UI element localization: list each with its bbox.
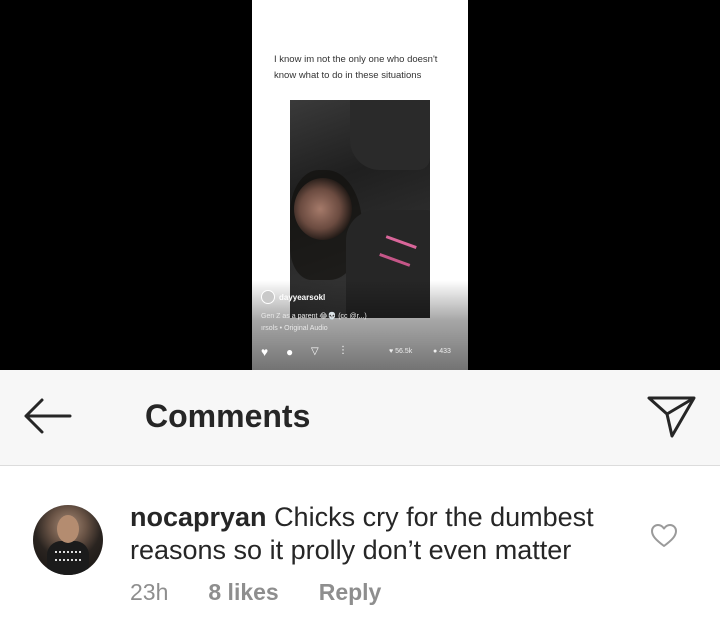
comments-header: Comments: [0, 370, 720, 466]
post-media: I know im not the only one who doesn't k…: [0, 0, 720, 370]
poster-avatar: [261, 290, 275, 304]
send-icon: ▽: [311, 346, 319, 357]
reply-button[interactable]: Reply: [319, 579, 382, 606]
video-actions: ♥ ● ▽ ⋮ ♥ 56.5k ● 433: [261, 345, 461, 359]
comment-meta: 23h 8 likes Reply: [130, 579, 381, 606]
comment-body: nocapryan Chicks cry for the dumbest rea…: [130, 501, 620, 567]
back-arrow-icon: [24, 398, 72, 434]
video-comment-count: ● 433: [433, 348, 451, 355]
post-caption: I know im not the only one who doesn't k…: [274, 54, 438, 81]
video-like-count: ♥ 56.5k: [389, 348, 413, 355]
avatar[interactable]: [33, 505, 103, 575]
page-title: Comments: [145, 398, 311, 434]
video-caption: Gen Z as a parent 😂💀 (cc @r...): [261, 313, 367, 320]
comment-username[interactable]: nocapryan: [130, 502, 267, 532]
heart-filled-icon: ♥: [261, 345, 269, 359]
comment-likes[interactable]: 8 likes: [208, 579, 278, 606]
comment-item: nocapryan Chicks cry for the dumbest rea…: [0, 466, 720, 622]
comment-bubble-icon: ●: [286, 345, 294, 359]
video-audio-label: ırsols • Original Audio: [261, 325, 328, 332]
share-button[interactable]: [644, 392, 700, 442]
poster-name: dayyearsokl: [279, 292, 326, 302]
paper-plane-icon: [647, 396, 696, 438]
video-poster: dayyearsokl: [261, 290, 325, 304]
heart-outline-icon: [651, 524, 677, 547]
like-comment-button[interactable]: [650, 523, 678, 549]
comment-time: 23h: [130, 579, 169, 605]
back-button[interactable]: [18, 394, 76, 438]
more-icon: ⋮: [338, 345, 348, 356]
embedded-post-screenshot: I know im not the only one who doesn't k…: [252, 0, 468, 370]
